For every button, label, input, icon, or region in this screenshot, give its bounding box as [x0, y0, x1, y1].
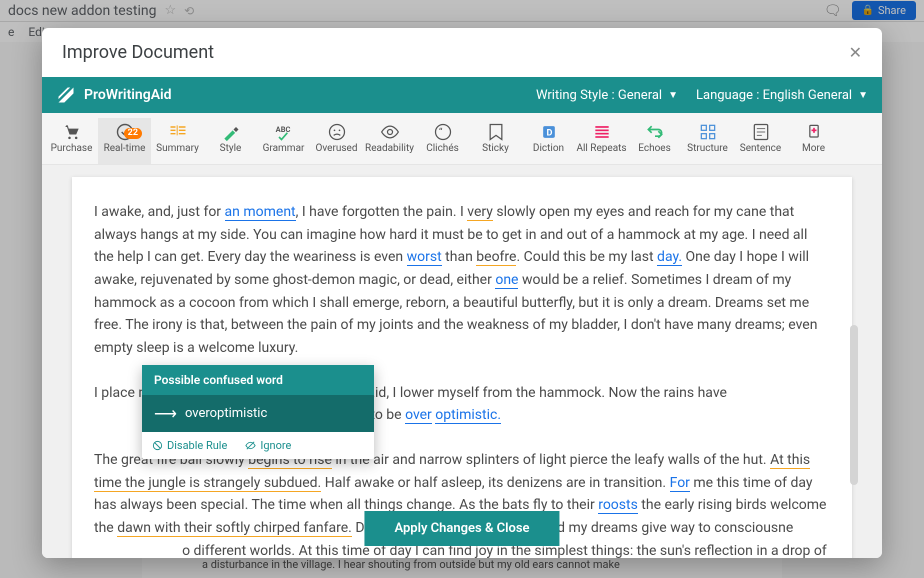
- improve-document-modal: Improve Document ✕ ProWritingAid Writing…: [42, 28, 882, 558]
- arrow-right-icon: ⟶: [154, 404, 175, 423]
- suggestion-option[interactable]: ⟶ overoptimistic: [142, 395, 374, 432]
- highlight-for[interactable]: For: [670, 475, 690, 492]
- prowritingaid-bar: ProWritingAid Writing Style : General ▼ …: [42, 77, 882, 113]
- tool-echoes[interactable]: Echoes: [628, 118, 681, 164]
- text: in the air and narrow splinters of light…: [332, 452, 770, 468]
- tool-label: Structure: [687, 143, 728, 154]
- suggestion-popup: Possible confused word ⟶ overoptimistic …: [142, 365, 374, 459]
- highlight-dawn[interactable]: dawn with their softly chirped fanfare.: [117, 520, 352, 537]
- tool-realtime[interactable]: 22 Real-time: [98, 118, 151, 164]
- diction-icon: D: [538, 121, 560, 143]
- disable-rule-button[interactable]: Disable Rule: [152, 439, 227, 452]
- highlight-beofre[interactable]: beofre: [476, 249, 516, 266]
- chevron-down-icon: ▼: [668, 90, 678, 101]
- popup-title: Possible confused word: [142, 365, 374, 395]
- paragraph[interactable]: I awake, and, just for an moment, I have…: [94, 201, 830, 360]
- writing-style-dropdown[interactable]: Writing Style : General ▼: [536, 88, 678, 103]
- text: I awake, and, just for: [94, 204, 225, 220]
- tool-sentence[interactable]: Sentence: [734, 118, 787, 164]
- highlight-an-moment[interactable]: an moment: [225, 204, 296, 221]
- report-toolbar: Purchase 22 Real-time Summary Style ABC Gramma…: [42, 113, 882, 165]
- apply-changes-button[interactable]: Apply Changes & Close: [364, 511, 559, 546]
- more-icon: [803, 121, 825, 143]
- disable-icon: [152, 440, 163, 451]
- highlight-day[interactable]: day.: [657, 249, 682, 266]
- text: , I have forgotten the pain. I: [296, 204, 468, 220]
- style-label: Writing Style :: [536, 88, 615, 103]
- ignore-icon: [245, 440, 256, 451]
- highlight-optimistic[interactable]: optimistic.: [435, 407, 501, 424]
- overused-icon: [326, 121, 348, 143]
- suggestion-text: overoptimistic: [185, 406, 267, 421]
- tool-label: Purchase: [51, 143, 93, 154]
- highlight-worst[interactable]: worst: [407, 249, 442, 266]
- tool-allrepeats[interactable]: All Repeats: [575, 118, 628, 164]
- tool-more[interactable]: More: [787, 118, 840, 164]
- document-scroll-area[interactable]: I awake, and, just for an moment, I have…: [42, 165, 882, 558]
- close-icon[interactable]: ✕: [849, 43, 862, 62]
- modal-title: Improve Document: [62, 42, 214, 63]
- tool-cliches[interactable]: “ Clichés: [416, 118, 469, 164]
- tool-diction[interactable]: D Diction: [522, 118, 575, 164]
- highlight-over[interactable]: over: [405, 407, 432, 424]
- ignore-label: Ignore: [260, 439, 291, 452]
- tool-readability[interactable]: Readability: [363, 118, 416, 164]
- lang-label: Language :: [696, 88, 759, 103]
- cliches-icon: “: [432, 121, 454, 143]
- modal-header: Improve Document ✕: [42, 28, 882, 77]
- style-icon: [220, 121, 242, 143]
- tool-label: Clichés: [426, 143, 459, 154]
- tool-label: Style: [220, 143, 242, 154]
- disable-label: Disable Rule: [167, 439, 227, 452]
- highlight-roosts[interactable]: roosts: [598, 497, 638, 514]
- chevron-down-icon: ▼: [858, 90, 868, 101]
- purchase-icon: [61, 121, 83, 143]
- tool-label: Sentence: [740, 143, 781, 154]
- language-dropdown[interactable]: Language : English General ▼: [696, 88, 868, 103]
- tool-label: Sticky: [482, 143, 509, 154]
- grammar-icon: ABC: [273, 121, 295, 143]
- echoes-icon: [644, 121, 666, 143]
- tool-label: Diction: [533, 143, 564, 154]
- tool-label: More: [802, 143, 825, 154]
- summary-icon: [167, 121, 189, 143]
- text: n its aid, I lower myself from the hammo…: [338, 385, 731, 401]
- tool-label: Overused: [316, 143, 358, 154]
- tool-label: Readability: [365, 143, 414, 154]
- structure-icon: [697, 121, 719, 143]
- badge: 22: [124, 128, 142, 139]
- ignore-button[interactable]: Ignore: [245, 439, 291, 452]
- style-value: General: [618, 88, 662, 103]
- text: Half awake or half asleep, its denizens …: [321, 475, 669, 491]
- lang-value: English General: [763, 88, 853, 103]
- sticky-icon: [485, 121, 507, 143]
- tool-purchase[interactable]: Purchase: [45, 118, 98, 164]
- tool-style[interactable]: Style: [204, 118, 257, 164]
- tool-label: Real-time: [104, 143, 146, 154]
- tool-grammar[interactable]: ABC Grammar: [257, 118, 310, 164]
- tool-label: Grammar: [263, 143, 305, 154]
- highlight-one[interactable]: one: [495, 272, 518, 289]
- allrepeats-icon: [591, 121, 613, 143]
- text: . Could this be my last: [516, 249, 657, 265]
- svg-text:D: D: [546, 128, 552, 138]
- tool-label: Echoes: [638, 143, 671, 154]
- readability-icon: [379, 121, 401, 143]
- text: than: [442, 249, 477, 265]
- scrollbar-thumb[interactable]: [850, 325, 858, 485]
- tool-summary[interactable]: Summary: [151, 118, 204, 164]
- tool-structure[interactable]: Structure: [681, 118, 734, 164]
- tool-label: Summary: [156, 143, 199, 154]
- highlight-very[interactable]: very: [467, 204, 493, 221]
- tool-label: All Repeats: [576, 143, 626, 154]
- sentence-icon: [750, 121, 772, 143]
- svg-text:“: “: [438, 126, 442, 138]
- tool-sticky[interactable]: Sticky: [469, 118, 522, 164]
- tool-overused[interactable]: Overused: [310, 118, 363, 164]
- brand-name: ProWritingAid: [84, 87, 172, 103]
- svg-text:ABC: ABC: [275, 125, 290, 134]
- prowritingaid-logo-icon: [56, 85, 76, 105]
